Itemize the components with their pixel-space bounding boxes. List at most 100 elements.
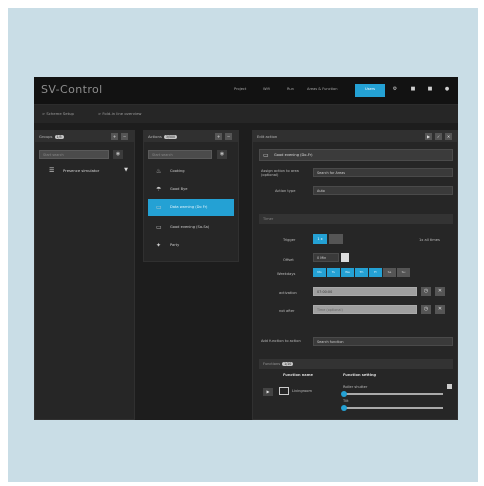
- remove-function-icon[interactable]: [447, 384, 452, 389]
- offset-select[interactable]: 0 Min: [313, 253, 339, 262]
- play-icon-row[interactable]: ▶: [263, 388, 273, 396]
- action-name-value: Good evening (Do-Fr): [274, 153, 313, 157]
- not-after-field[interactable]: Time (optional): [313, 305, 417, 314]
- actions-add-icon[interactable]: +: [215, 133, 222, 140]
- function-name: Livingroom: [292, 389, 312, 393]
- chevron-down-icon[interactable]: ▼: [124, 167, 128, 173]
- actions-title: Actions: [148, 134, 162, 139]
- col-function-name: Function name: [283, 373, 313, 377]
- timer-section: Timer: [259, 214, 453, 224]
- nav-areas-function[interactable]: Areas & Function: [307, 87, 338, 91]
- party-icon: ✦: [156, 242, 162, 249]
- action-item-party[interactable]: ✦ Party: [148, 237, 234, 254]
- nav-wifi[interactable]: Wifi: [263, 87, 270, 91]
- goodbye-icon: ☂: [156, 186, 162, 193]
- actions-panel: Actions 3/500 + − Start search ◉ ♨ Cooking…: [143, 130, 239, 262]
- not-after-label: not after: [279, 309, 295, 313]
- subnav-scheme-setup[interactable]: > Scheme Setup: [42, 111, 74, 116]
- type-label: Action type: [275, 189, 296, 193]
- weekday-sa[interactable]: Sa: [383, 268, 396, 277]
- edit-title: Edit action: [257, 134, 278, 139]
- groups-add-icon[interactable]: +: [111, 133, 118, 140]
- home-icon[interactable]: ■: [410, 86, 416, 92]
- function-row: ▶ Livingroom Roller shutter Tilt: [261, 383, 455, 419]
- function-setting-1: Roller shutter: [343, 385, 368, 389]
- groups-title: Groups: [39, 134, 53, 139]
- delete-icon[interactable]: ✕: [445, 133, 452, 140]
- action-item-good-evening[interactable]: ▭ Good evening (Sa-Sa): [148, 219, 234, 236]
- action-name-field[interactable]: ▭ Good evening (Do-Fr): [259, 149, 453, 161]
- weekday-su[interactable]: Su: [397, 268, 410, 277]
- power-icon[interactable]: ●: [444, 86, 450, 92]
- app-title: SV-Control: [41, 83, 103, 96]
- actions-header: Actions 3/500 + −: [144, 131, 238, 142]
- add-function-label: Add function to action: [261, 339, 301, 343]
- subnav-overview[interactable]: > Fold-in line overview: [98, 111, 142, 116]
- action-item-cooking[interactable]: ♨ Cooking: [148, 163, 234, 180]
- offset-stepper[interactable]: [341, 253, 349, 262]
- trigger-label: Trigger: [283, 238, 296, 242]
- actions-search-input[interactable]: Start search: [148, 150, 212, 159]
- edit-action-panel: Edit action ▶ ✓ ✕ ▭ Good evening (Do-Fr)…: [252, 130, 458, 420]
- actions-remove-icon[interactable]: −: [225, 133, 232, 140]
- weekday-tu[interactable]: Tu: [327, 268, 340, 277]
- activation-label: activation: [279, 291, 297, 295]
- action-label: Good evening (Sa-Sa): [170, 225, 210, 229]
- groups-search-input[interactable]: Start search: [39, 150, 109, 159]
- offset-label: Offset: [283, 258, 294, 262]
- clock-icon[interactable]: ◷: [421, 287, 431, 296]
- nav-run[interactable]: Run: [287, 87, 294, 91]
- monitor-icon: ▭: [156, 204, 162, 211]
- action-item-selected[interactable]: ▭ Data warning (Do Fr): [148, 199, 234, 216]
- weekday-we[interactable]: We: [341, 268, 354, 277]
- weekdays-label: Weekdays: [277, 272, 296, 276]
- close-icon-2[interactable]: ✕: [435, 305, 445, 314]
- list-icon: ☰: [49, 167, 55, 174]
- tilt-slider[interactable]: [341, 405, 443, 411]
- groups-list-item[interactable]: ☰ Presence simulator ▼: [47, 165, 132, 177]
- edit-header: Edit action ▶ ✓ ✕: [253, 131, 457, 142]
- weekday-fr[interactable]: Fr: [369, 268, 382, 277]
- cooking-icon: ♨: [156, 168, 162, 175]
- action-type-select[interactable]: Auto: [313, 186, 453, 195]
- actions-search-icon[interactable]: ◉: [217, 150, 227, 159]
- activation-field[interactable]: 07:00:00: [313, 287, 417, 296]
- nav-project[interactable]: Project: [234, 87, 246, 91]
- title-bar: SV-Control Project Wifi Run Areas & Func…: [34, 77, 458, 105]
- play-icon[interactable]: ▶: [425, 133, 432, 140]
- nav-users[interactable]: Users: [355, 84, 385, 97]
- gear-icon[interactable]: ⚙: [392, 86, 398, 92]
- weekday-th[interactable]: Th: [355, 268, 368, 277]
- groups-panel: Groups 1/5 + − Start search ◉ ☰ Presence …: [34, 130, 135, 420]
- functions-count: 1/10: [282, 362, 294, 366]
- add-function-select[interactable]: Search function: [313, 337, 453, 346]
- close-icon[interactable]: ✕: [435, 287, 445, 296]
- trigger-toggle-off[interactable]: [329, 234, 343, 244]
- repeat-text: 1x all times: [419, 238, 440, 242]
- monitor-icon: ▭: [263, 152, 269, 159]
- save-icon[interactable]: ✓: [435, 133, 442, 140]
- trigger-toggle[interactable]: 1 x: [313, 234, 327, 244]
- functions-title: Functions: [263, 362, 281, 366]
- groups-header: Groups 1/5 + −: [35, 131, 134, 142]
- roller-slider[interactable]: [341, 391, 443, 397]
- action-label: Cooking: [170, 169, 185, 173]
- group-label: Presence simulator: [63, 168, 100, 173]
- assign-area-select[interactable]: Search for Areas: [313, 168, 453, 177]
- actions-count: 3/500: [163, 135, 178, 139]
- monitor-icon: ▭: [156, 224, 162, 231]
- groups-count: 1/5: [54, 135, 64, 139]
- blind-icon: [279, 387, 289, 395]
- col-function-setting: Function setting: [343, 373, 377, 377]
- sub-navigation: > Scheme Setup > Fold-in line overview: [34, 105, 458, 123]
- action-label: Party: [170, 243, 180, 247]
- assign-label: Assign action to area (optional): [261, 169, 299, 177]
- clock-icon-2[interactable]: ◷: [421, 305, 431, 314]
- home-icon-2[interactable]: ■: [427, 86, 433, 92]
- slider-handle-2[interactable]: [341, 405, 347, 411]
- weekday-mo[interactable]: Mo: [313, 268, 326, 277]
- groups-search-icon[interactable]: ◉: [113, 150, 123, 159]
- action-item-goodbye[interactable]: ☂ Good Bye: [148, 181, 234, 198]
- groups-remove-icon[interactable]: −: [121, 133, 128, 140]
- slider-handle[interactable]: [341, 391, 347, 397]
